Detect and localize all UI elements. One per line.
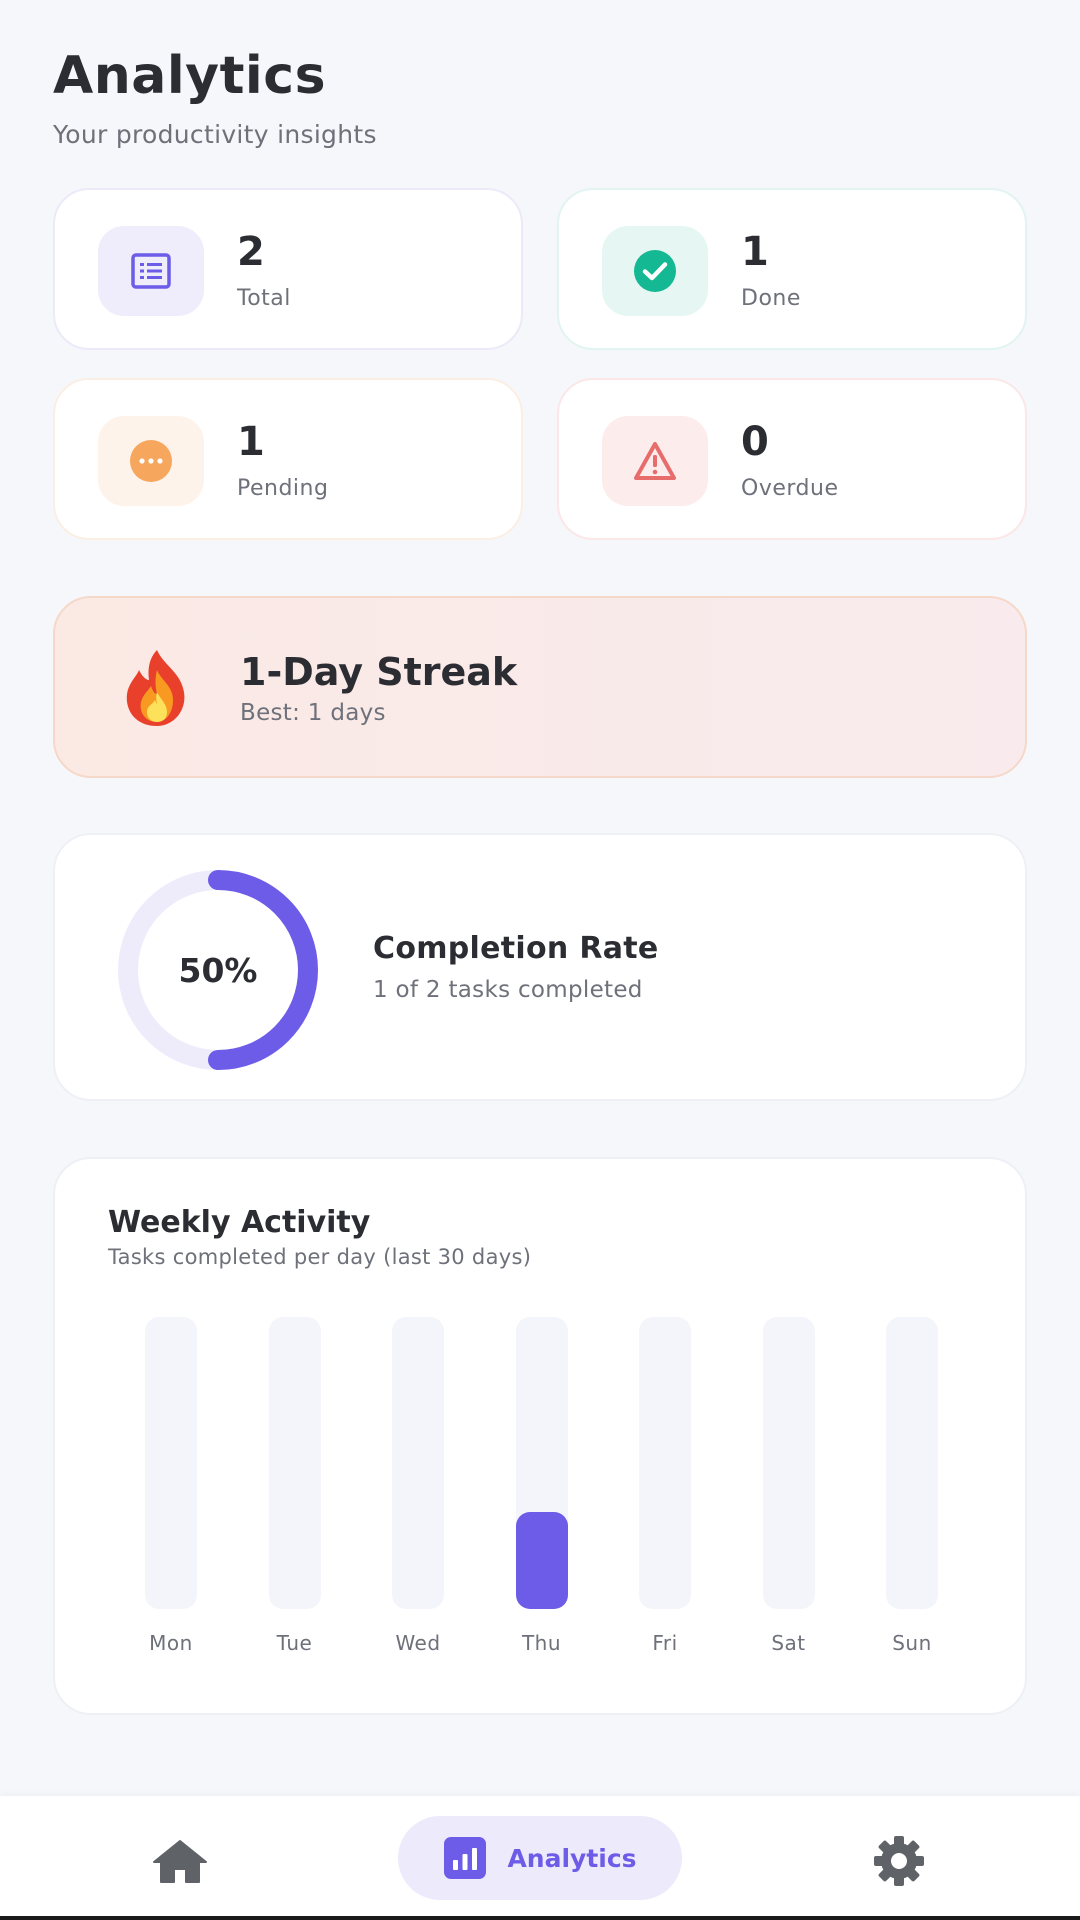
streak-card: 1-Day Streak Best: 1 days xyxy=(53,596,1027,778)
weekly-activity-card: Weekly Activity Tasks completed per day … xyxy=(53,1157,1027,1715)
fire-icon xyxy=(119,648,195,732)
bar-thu xyxy=(515,1511,568,1609)
home-icon xyxy=(153,1840,207,1883)
weekly-title: Weekly Activity xyxy=(108,1205,371,1240)
bottom-nav: Analytics xyxy=(0,1796,1080,1920)
bar-label-sun: Sun xyxy=(892,1631,932,1655)
bar-label-wed: Wed xyxy=(395,1631,441,1655)
stat-card-pending: 1 Pending xyxy=(53,378,523,540)
bar-chart-icon xyxy=(444,1837,487,1879)
bar-label-thu: Thu xyxy=(521,1631,562,1655)
page-subtitle: Your productivity insights xyxy=(53,120,377,149)
weekly-subtitle: Tasks completed per day (last 30 days) xyxy=(108,1245,532,1269)
check-circle-icon xyxy=(602,226,708,316)
stat-value-total: 2 xyxy=(237,229,265,275)
stat-card-overdue: 0 Overdue xyxy=(557,378,1027,540)
bar-label-sat: Sat xyxy=(771,1631,806,1655)
stat-label-done: Done xyxy=(741,286,801,311)
completion-percent: 50% xyxy=(178,950,258,990)
nav-analytics-label: Analytics xyxy=(507,1843,637,1873)
bar-label-tue: Tue xyxy=(276,1631,313,1655)
streak-best: Best: 1 days xyxy=(240,700,386,726)
page-header: Analytics Your productivity insights xyxy=(53,46,377,149)
stat-value-done: 1 xyxy=(741,229,769,275)
bar-track-sun xyxy=(886,1317,938,1609)
bar-track-fri xyxy=(639,1317,691,1609)
gear-icon xyxy=(874,1836,924,1886)
stat-label-total: Total xyxy=(237,286,291,311)
bar-track-tue xyxy=(268,1317,321,1609)
nav-settings[interactable] xyxy=(872,1834,926,1888)
stat-value-overdue: 0 xyxy=(741,419,769,465)
bottom-edge xyxy=(0,1916,1080,1920)
bar-track-wed xyxy=(392,1317,444,1609)
more-circle-icon xyxy=(98,416,204,506)
streak-title: 1-Day Streak xyxy=(240,650,518,694)
stat-value-pending: 1 xyxy=(237,419,265,465)
nav-analytics[interactable]: Analytics xyxy=(398,1816,682,1900)
page-title: Analytics xyxy=(53,46,327,106)
stat-label-overdue: Overdue xyxy=(741,476,839,501)
stat-card-total: 2 Total xyxy=(53,188,523,350)
stat-card-done: 1 Done xyxy=(557,188,1027,350)
nav-home[interactable] xyxy=(152,1838,208,1886)
bar-label-mon: Mon xyxy=(149,1631,193,1655)
stat-label-pending: Pending xyxy=(237,476,329,501)
warning-icon xyxy=(602,416,708,506)
bar-track-thu xyxy=(515,1317,568,1609)
list-icon xyxy=(98,226,204,316)
bar-track-sat xyxy=(762,1317,815,1609)
bar-label-fri: Fri xyxy=(652,1631,678,1655)
completion-subtitle: 1 of 2 tasks completed xyxy=(373,977,643,1003)
bar-track-mon xyxy=(145,1317,197,1609)
completion-title: Completion Rate xyxy=(373,931,659,966)
analytics-screen: Analytics Your productivity insights 2 T… xyxy=(0,0,1080,1920)
completion-card: 50% Completion Rate 1 of 2 tasks complet… xyxy=(53,833,1027,1101)
